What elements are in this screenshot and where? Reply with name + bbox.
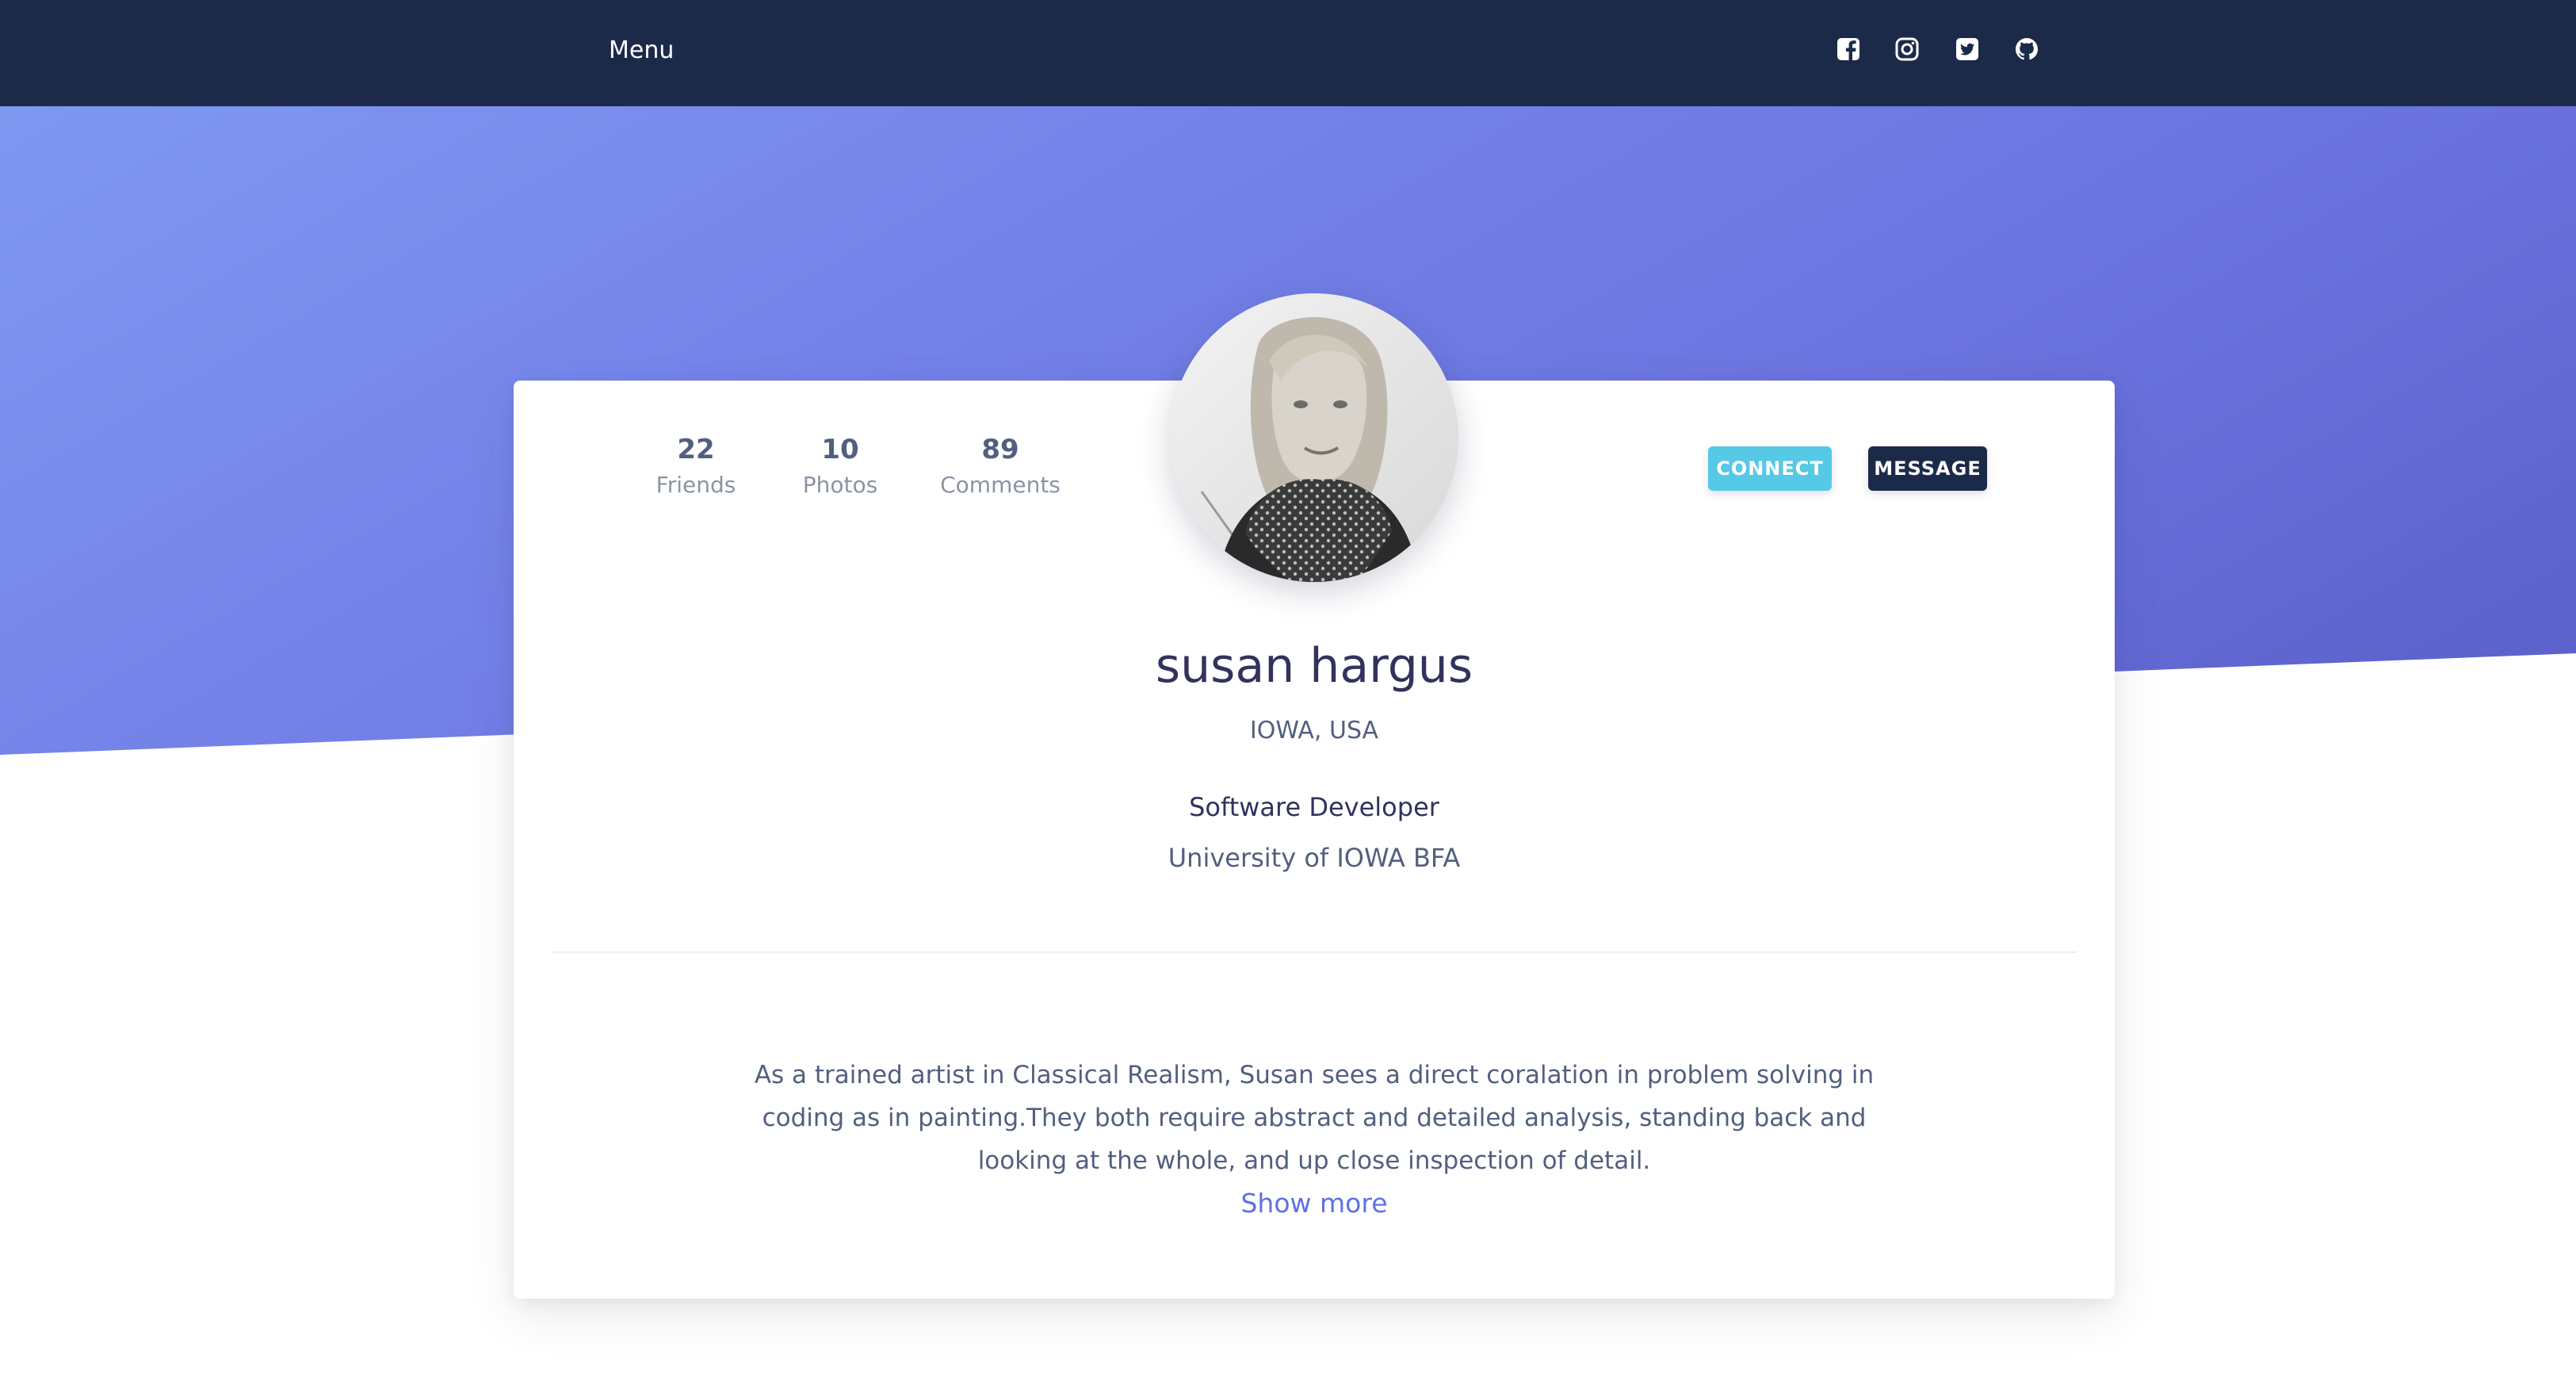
divider — [552, 951, 2077, 953]
show-more-link-wrapper: Show more — [514, 1185, 2115, 1223]
stat-label: Comments — [940, 472, 1061, 498]
stat-comments: 89 Comments — [933, 431, 1068, 503]
top-navbar: Menu — [0, 0, 2576, 106]
instagram-icon[interactable] — [1894, 36, 1920, 62]
stat-friends: 22 Friends — [640, 431, 751, 503]
job-title: Software Developer — [1189, 792, 1439, 822]
stat-label: Photos — [802, 472, 878, 498]
stat-value: 89 — [981, 434, 1019, 465]
stat-label: Friends — [655, 472, 736, 498]
stat-photos: 10 Photos — [785, 431, 896, 503]
avatar[interactable] — [1170, 293, 1458, 582]
profile-name: susan hargus — [1155, 638, 1473, 694]
education: University of IOWA BFA — [1168, 843, 1461, 873]
stat-value: 10 — [821, 434, 859, 465]
menu-link[interactable]: Menu — [609, 35, 674, 67]
connect-button[interactable]: CONNECT — [1708, 446, 1832, 491]
profile-bio: As a trained artist in Classical Realism… — [754, 1061, 1875, 1175]
facebook-square-icon[interactable] — [1836, 36, 1861, 62]
message-button[interactable]: MESSAGE — [1868, 446, 1987, 491]
github-icon[interactable] — [2014, 36, 2039, 62]
show-more-link[interactable]: Show more — [1240, 1188, 1387, 1219]
twitter-square-icon[interactable] — [1955, 36, 1980, 62]
profile-location: IOWA, USA — [1249, 717, 1379, 744]
stat-value: 22 — [677, 434, 715, 465]
